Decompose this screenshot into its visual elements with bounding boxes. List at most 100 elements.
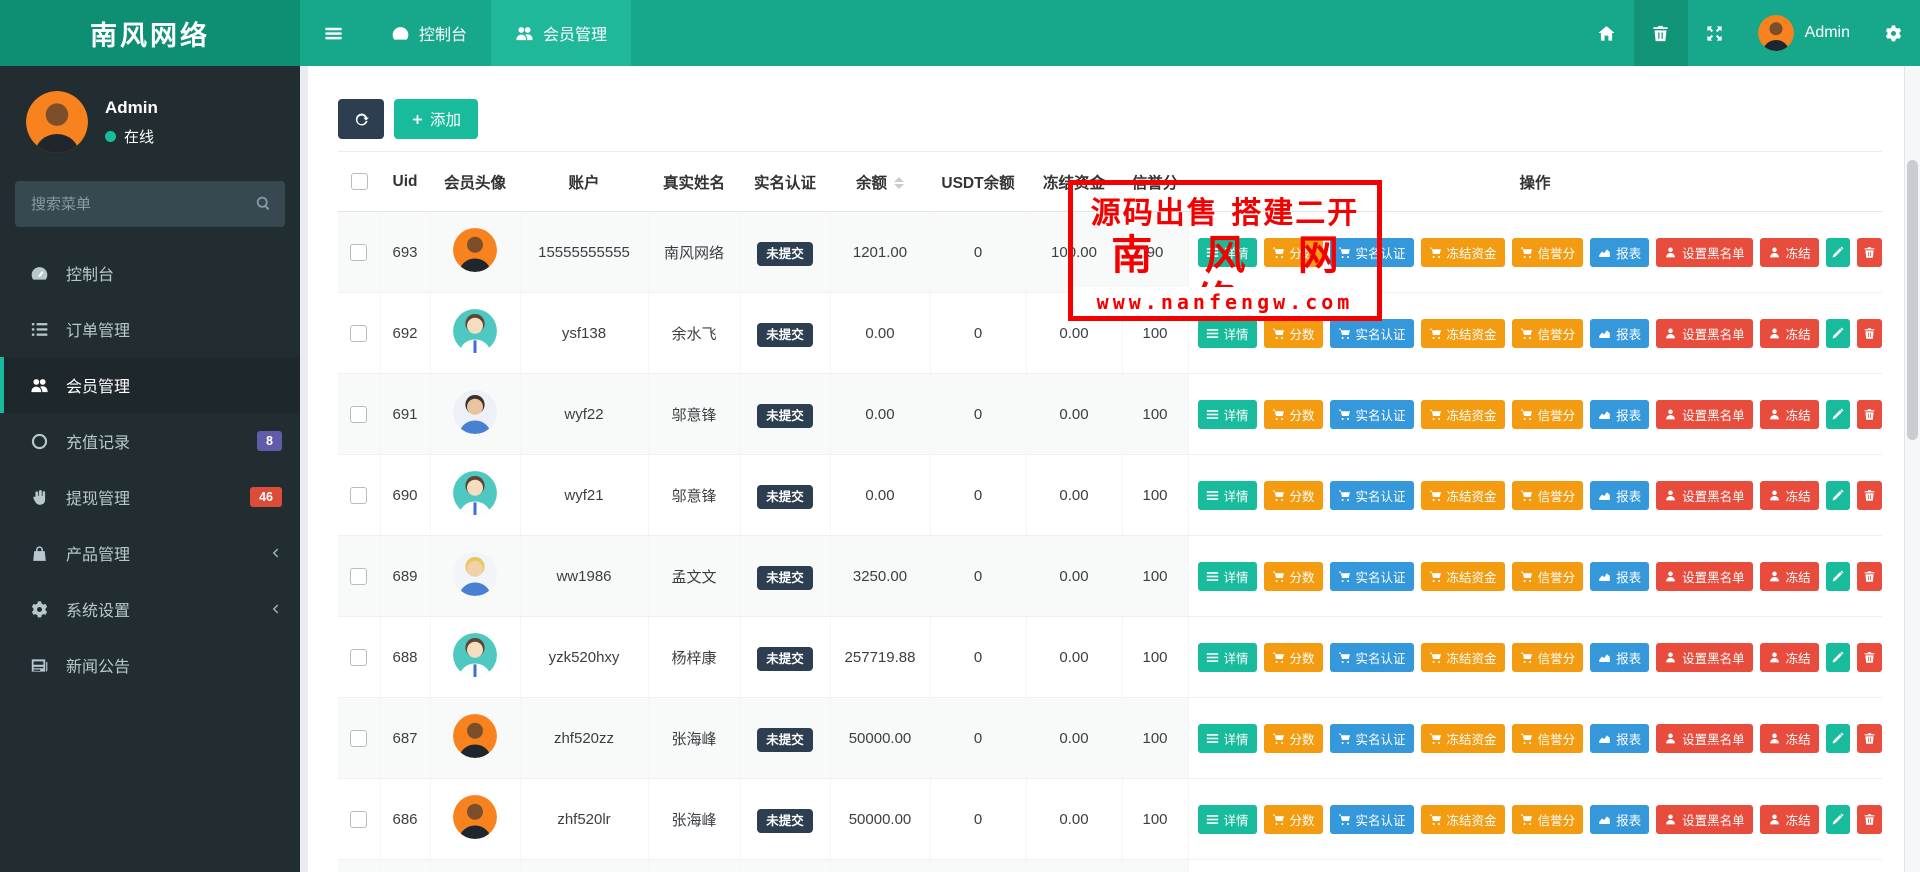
sidebar-item-0[interactable]: 控制台 <box>0 245 300 301</box>
action-btn-5-button[interactable]: 报表 <box>1590 804 1650 834</box>
action-delete-button[interactable] <box>1857 723 1882 753</box>
action-btn-0-button[interactable]: 详情 <box>1197 804 1257 834</box>
action-btn-1-button[interactable]: 分数 <box>1263 318 1323 348</box>
action-btn-3-button[interactable]: 冻结资金 <box>1420 318 1505 348</box>
action-btn-3-button[interactable]: 冻结资金 <box>1420 480 1505 510</box>
action-btn-7-button[interactable]: 冻结 <box>1759 642 1819 672</box>
action-btn-7-button[interactable]: 冻结 <box>1759 723 1819 753</box>
action-delete-button[interactable] <box>1857 642 1882 672</box>
action-btn-2-button[interactable]: 实名认证 <box>1329 480 1414 510</box>
action-btn-4-button[interactable]: 信誉分 <box>1511 723 1584 753</box>
action-btn-7-button[interactable]: 冻结 <box>1759 804 1819 834</box>
action-btn-3-button[interactable]: 冻结资金 <box>1420 804 1505 834</box>
action-btn-0-button[interactable]: 详情 <box>1197 723 1257 753</box>
sidebar-item-2[interactable]: 会员管理 <box>0 357 300 413</box>
settings-button[interactable] <box>1866 0 1920 66</box>
action-btn-2-button[interactable]: 实名认证 <box>1329 399 1414 429</box>
action-btn-0-button[interactable]: 详情 <box>1197 561 1257 591</box>
action-btn-5-button[interactable]: 报表 <box>1590 723 1650 753</box>
action-btn-6-button[interactable]: 设置黑名单 <box>1656 561 1753 591</box>
action-edit-button[interactable] <box>1825 804 1851 834</box>
action-btn-0-button[interactable]: 详情 <box>1197 642 1257 672</box>
action-btn-4-button[interactable]: 信誉分 <box>1511 642 1584 672</box>
row-checkbox[interactable] <box>350 324 368 342</box>
action-btn-1-button[interactable]: 分数 <box>1263 399 1323 429</box>
action-delete-button[interactable] <box>1857 399 1882 429</box>
action-btn-0-button[interactable]: 详情 <box>1197 318 1257 348</box>
action-btn-3-button[interactable]: 冻结资金 <box>1420 237 1505 267</box>
row-checkbox[interactable] <box>350 405 368 423</box>
action-edit-button[interactable] <box>1825 723 1851 753</box>
action-edit-button[interactable] <box>1825 561 1851 591</box>
action-btn-1-button[interactable]: 分数 <box>1263 723 1323 753</box>
action-btn-2-button[interactable]: 实名认证 <box>1329 723 1414 753</box>
action-btn-4-button[interactable]: 信誉分 <box>1511 804 1584 834</box>
select-all-checkbox[interactable] <box>350 172 368 190</box>
action-btn-3-button[interactable]: 冻结资金 <box>1420 399 1505 429</box>
action-btn-0-button[interactable]: 详情 <box>1197 480 1257 510</box>
row-checkbox[interactable] <box>350 648 368 666</box>
action-btn-5-button[interactable]: 报表 <box>1590 318 1650 348</box>
nav-tab-dashboard[interactable]: 控制台 <box>367 0 491 66</box>
action-btn-1-button[interactable]: 分数 <box>1263 642 1323 672</box>
column-header[interactable]: 余额 <box>830 151 930 212</box>
sidebar-toggle-button[interactable] <box>300 0 367 66</box>
sidebar-item-1[interactable]: 订单管理 <box>0 301 300 357</box>
refresh-button[interactable] <box>338 99 384 139</box>
action-btn-3-button[interactable]: 冻结资金 <box>1420 561 1505 591</box>
action-btn-6-button[interactable]: 设置黑名单 <box>1656 723 1753 753</box>
action-btn-2-button[interactable]: 实名认证 <box>1329 561 1414 591</box>
action-btn-6-button[interactable]: 设置黑名单 <box>1656 480 1753 510</box>
action-edit-button[interactable] <box>1825 318 1851 348</box>
row-checkbox[interactable] <box>350 243 368 261</box>
home-button[interactable] <box>1580 0 1634 66</box>
action-btn-7-button[interactable]: 冻结 <box>1759 480 1819 510</box>
add-button[interactable]: 添加 <box>394 99 479 139</box>
action-btn-1-button[interactable]: 分数 <box>1263 804 1323 834</box>
sidebar-item-4[interactable]: 提现管理 46 <box>0 469 300 525</box>
action-btn-6-button[interactable]: 设置黑名单 <box>1656 399 1753 429</box>
search-input[interactable] <box>15 181 285 227</box>
action-btn-3-button[interactable]: 冻结资金 <box>1420 642 1505 672</box>
action-btn-2-button[interactable]: 实名认证 <box>1329 642 1414 672</box>
action-btn-6-button[interactable]: 设置黑名单 <box>1656 804 1753 834</box>
action-btn-7-button[interactable]: 冻结 <box>1759 399 1819 429</box>
action-delete-button[interactable] <box>1857 318 1882 348</box>
user-menu[interactable]: Admin <box>1742 0 1866 66</box>
action-btn-2-button[interactable]: 实名认证 <box>1329 237 1414 267</box>
action-btn-3-button[interactable]: 冻结资金 <box>1420 723 1505 753</box>
action-btn-6-button[interactable]: 设置黑名单 <box>1656 318 1753 348</box>
action-btn-4-button[interactable]: 信誉分 <box>1511 318 1584 348</box>
row-checkbox[interactable] <box>350 486 368 504</box>
action-btn-6-button[interactable]: 设置黑名单 <box>1656 237 1753 267</box>
action-btn-5-button[interactable]: 报表 <box>1590 480 1650 510</box>
action-btn-5-button[interactable]: 报表 <box>1590 561 1650 591</box>
sidebar-item-6[interactable]: 系统设置 <box>0 581 300 637</box>
row-checkbox[interactable] <box>350 729 368 747</box>
action-delete-button[interactable] <box>1857 561 1882 591</box>
action-btn-2-button[interactable]: 实名认证 <box>1329 318 1414 348</box>
action-btn-4-button[interactable]: 信誉分 <box>1511 480 1584 510</box>
row-checkbox[interactable] <box>350 810 368 828</box>
sidebar-item-5[interactable]: 产品管理 <box>0 525 300 581</box>
action-edit-button[interactable] <box>1825 642 1851 672</box>
action-btn-6-button[interactable]: 设置黑名单 <box>1656 642 1753 672</box>
sidebar-item-3[interactable]: 充值记录 8 <box>0 413 300 469</box>
action-btn-5-button[interactable]: 报表 <box>1590 642 1650 672</box>
action-delete-button[interactable] <box>1857 480 1882 510</box>
action-btn-0-button[interactable]: 详情 <box>1197 237 1257 267</box>
action-btn-4-button[interactable]: 信誉分 <box>1511 561 1584 591</box>
action-btn-4-button[interactable]: 信誉分 <box>1511 399 1584 429</box>
action-edit-button[interactable] <box>1825 399 1851 429</box>
action-edit-button[interactable] <box>1825 237 1851 267</box>
scrollbar-thumb[interactable] <box>1907 160 1918 440</box>
action-btn-1-button[interactable]: 分数 <box>1263 237 1323 267</box>
nav-tab-members[interactable]: 会员管理 <box>491 0 632 66</box>
row-checkbox[interactable] <box>350 567 368 585</box>
action-btn-7-button[interactable]: 冻结 <box>1759 561 1819 591</box>
action-btn-0-button[interactable]: 详情 <box>1197 399 1257 429</box>
action-btn-2-button[interactable]: 实名认证 <box>1329 804 1414 834</box>
sidebar-item-7[interactable]: 新闻公告 <box>0 637 300 693</box>
clear-cache-button[interactable] <box>1633 0 1688 66</box>
action-btn-5-button[interactable]: 报表 <box>1590 399 1650 429</box>
